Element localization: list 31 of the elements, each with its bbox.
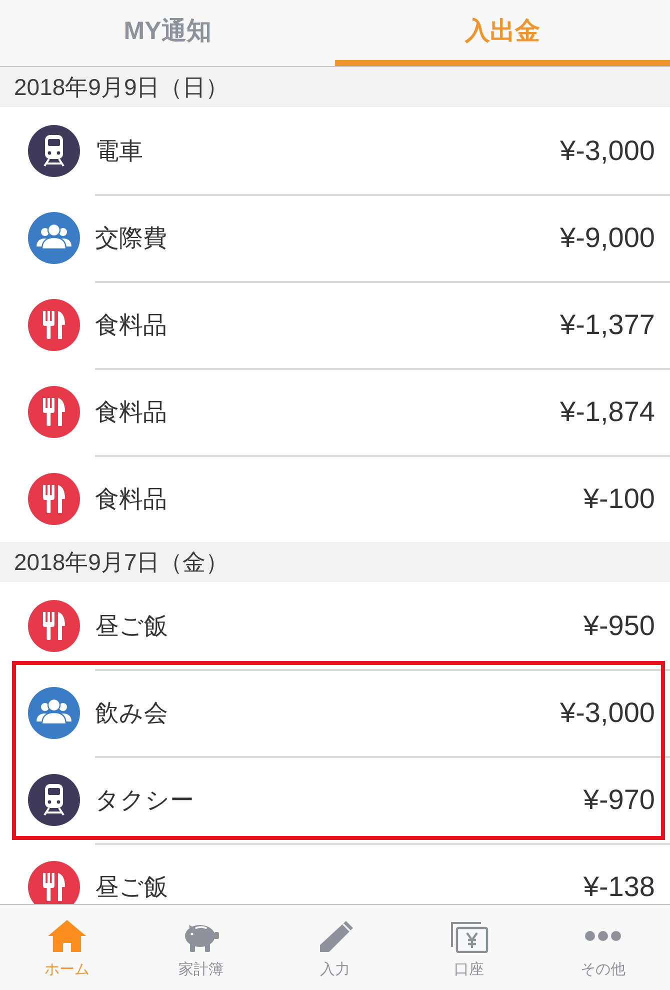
amount: ¥-970: [583, 784, 655, 816]
people-icon: [28, 212, 80, 264]
amount: ¥-3,000: [560, 696, 655, 728]
fork-knife-icon: [28, 600, 80, 652]
category-name: 食料品: [95, 484, 168, 514]
category-name: 交際費: [95, 224, 168, 254]
amount: ¥-100: [583, 482, 655, 514]
category-name: 昼ご飯: [95, 612, 169, 642]
fork-knife-icon: [28, 472, 80, 524]
category-name: タクシー: [95, 786, 195, 816]
amount: ¥-1,874: [560, 396, 655, 428]
more-icon: [583, 929, 623, 943]
train-icon: [28, 774, 80, 826]
train-icon: [28, 124, 80, 176]
fork-knife-icon: [28, 386, 80, 438]
category-name: 食料品: [95, 398, 168, 428]
amount: ¥-138: [583, 870, 655, 902]
home-icon: [47, 919, 87, 953]
yen-bills-icon: [449, 919, 489, 953]
category-name: 食料品: [95, 310, 168, 340]
amount: ¥-950: [583, 610, 655, 642]
amount: ¥-3,000: [560, 134, 655, 166]
category-name: 昼ご飯: [95, 872, 169, 902]
category-name: 飲み会: [95, 698, 169, 728]
fork-knife-icon: [28, 298, 80, 350]
category-name: 電車: [95, 136, 144, 166]
date-header: 2018年9月9日（日）: [0, 67, 670, 107]
amount: ¥-1,377: [560, 308, 655, 340]
people-icon: [28, 686, 80, 738]
date-header: 2018年9月7日（金）: [0, 542, 670, 582]
amount: ¥-9,000: [560, 222, 655, 254]
